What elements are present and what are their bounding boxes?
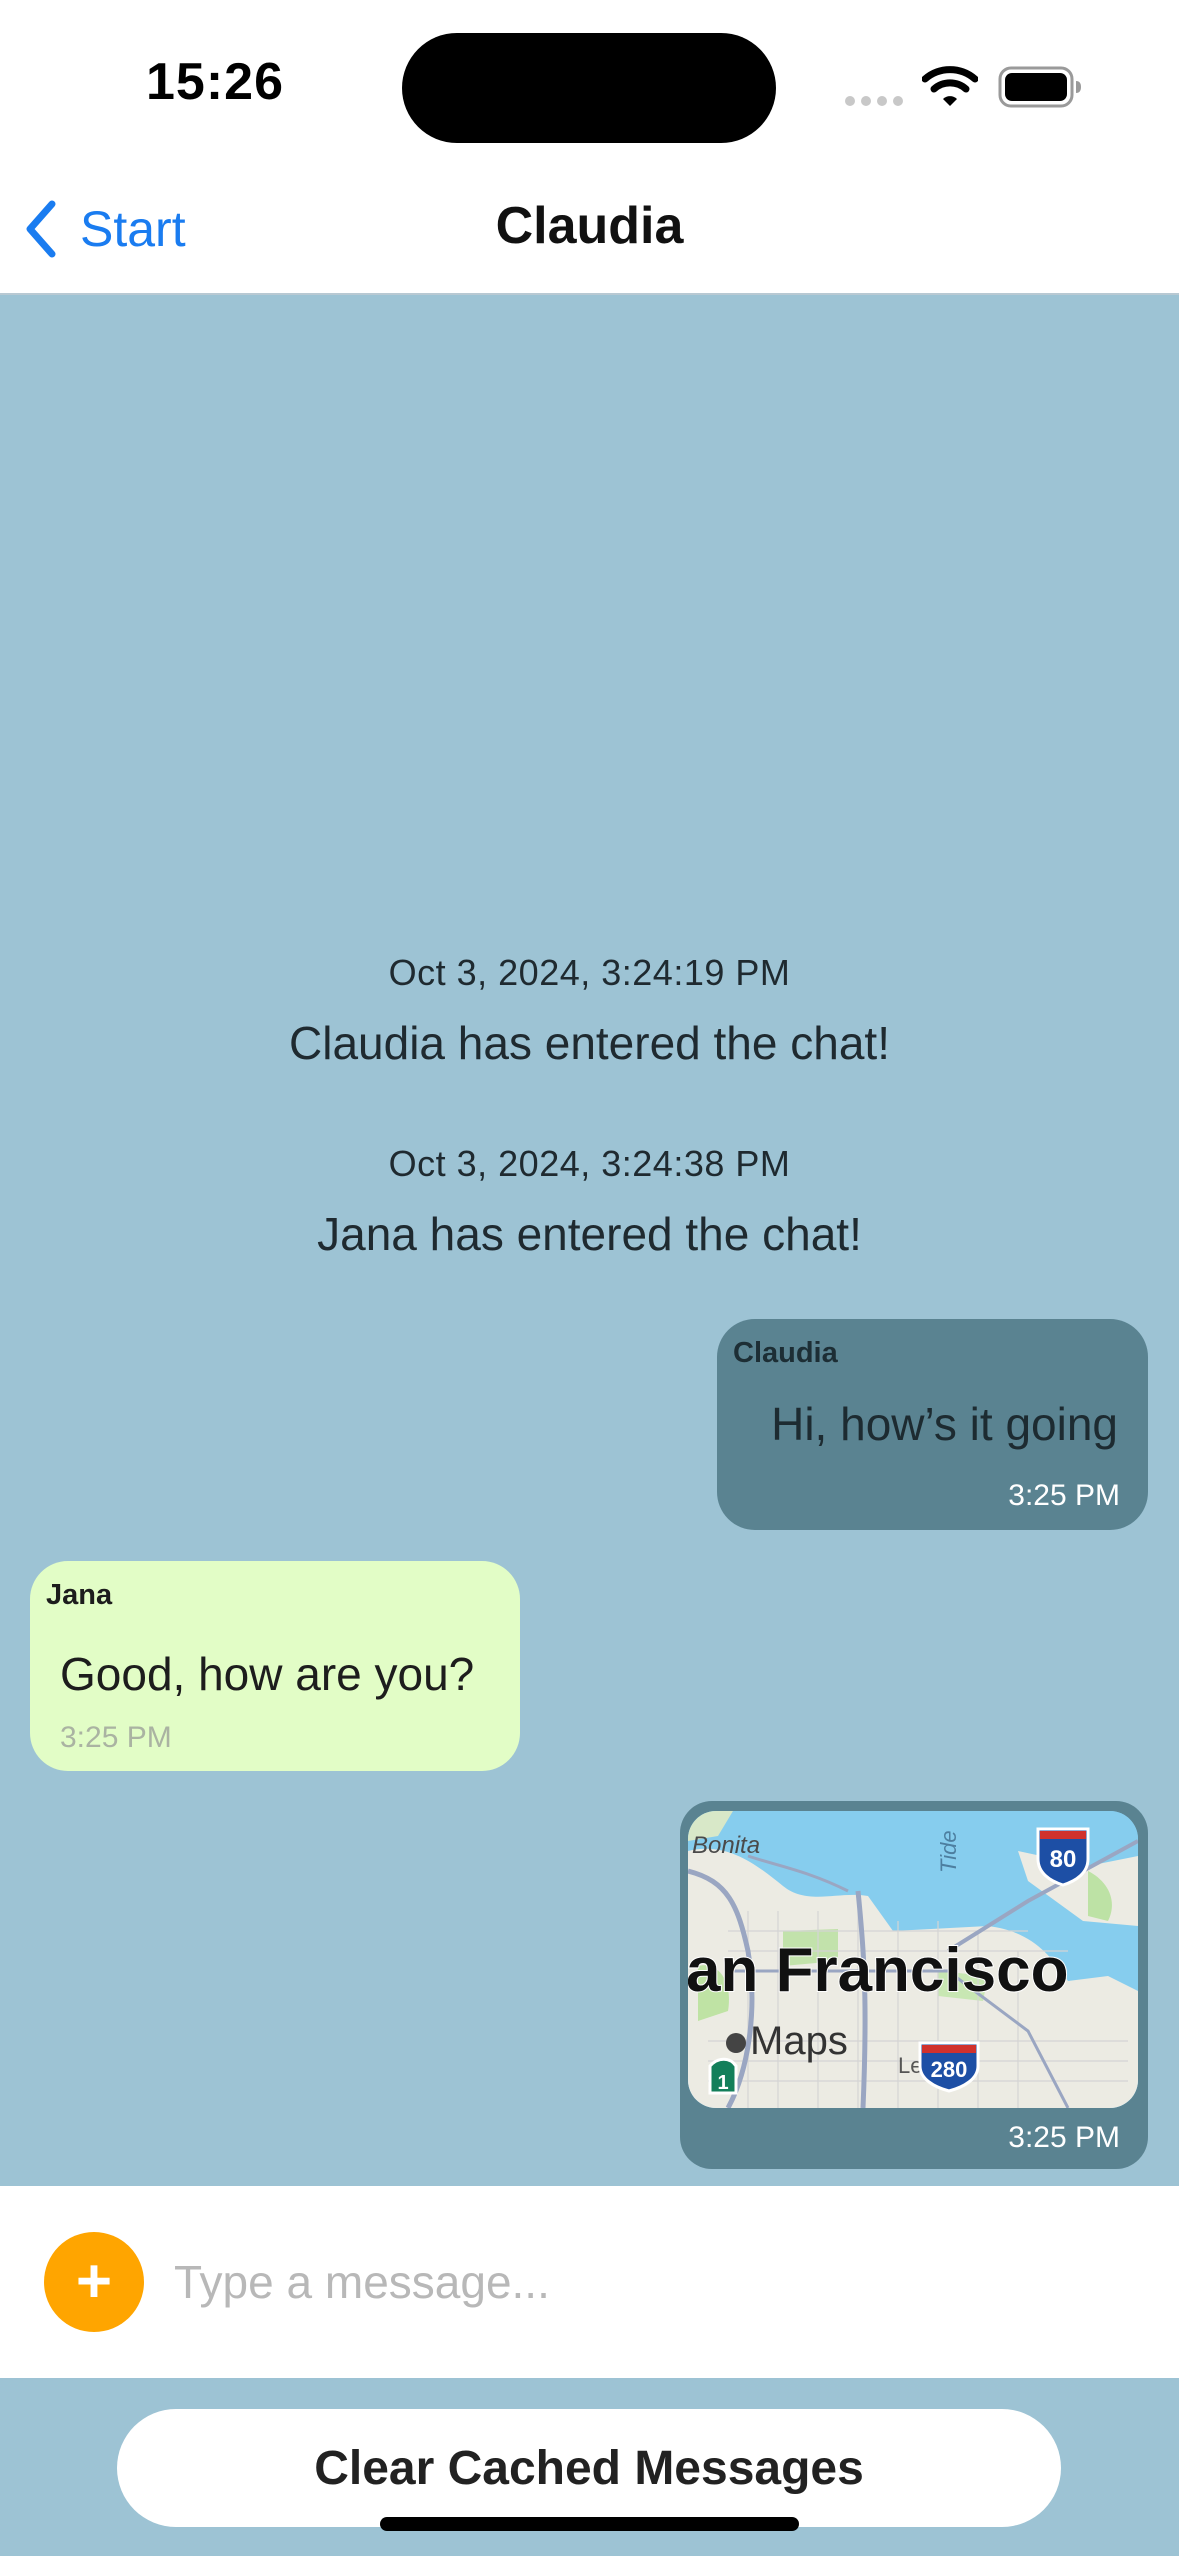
system-message: Oct 3, 2024, 3:24:19 PM Claudia has ente… xyxy=(0,952,1179,1070)
message-input[interactable] xyxy=(174,2242,1124,2322)
clear-cached-messages-button[interactable]: Clear Cached Messages xyxy=(117,2409,1061,2527)
add-attachment-button[interactable]: + xyxy=(44,2232,144,2332)
system-message-text: Jana has entered the chat! xyxy=(317,1208,862,1260)
dynamic-island xyxy=(402,33,776,143)
map-label: Tide xyxy=(936,1830,961,1873)
status-time: 15:26 xyxy=(146,53,284,111)
navigation-bar: Start Claudia xyxy=(0,170,1179,295)
message-composer: + xyxy=(0,2186,1179,2378)
message-time: 3:25 PM xyxy=(1008,2121,1120,2154)
svg-text:280: 280 xyxy=(931,2057,968,2082)
interstate-shield-icon: 80 xyxy=(1036,1827,1090,1887)
svg-text:80: 80 xyxy=(1050,1846,1077,1873)
page-title: Claudia xyxy=(495,197,684,255)
outgoing-message-bubble[interactable]: Claudia Hi, how’s it going 3:25 PM xyxy=(717,1319,1148,1530)
maps-badge-label: Maps xyxy=(750,2019,848,2063)
message-sender: Claudia xyxy=(733,1337,838,1369)
system-message-timestamp: Oct 3, 2024, 3:24:19 PM xyxy=(388,952,791,993)
map-image: Bonita Tide Le 80 280 1 Maps an Francisc… xyxy=(688,1811,1138,2108)
battery-icon xyxy=(998,66,1081,108)
message-time: 3:25 PM xyxy=(1008,1479,1120,1512)
map-city-label: an Francisco xyxy=(688,1936,1068,2005)
message-text: Good, how are you? xyxy=(60,1648,475,1700)
system-message: Oct 3, 2024, 3:24:38 PM Jana has entered… xyxy=(0,1143,1179,1261)
system-message-timestamp: Oct 3, 2024, 3:24:38 PM xyxy=(388,1143,791,1184)
wifi-icon xyxy=(922,66,978,106)
system-message-text: Claudia has entered the chat! xyxy=(289,1017,890,1069)
map-label: Bonita xyxy=(692,1832,760,1859)
plus-icon: + xyxy=(75,2247,113,2316)
cellular-signal-icon xyxy=(845,96,903,106)
status-bar: 15:26 xyxy=(0,0,1179,170)
message-text: Hi, how’s it going xyxy=(771,1398,1118,1450)
message-sender: Jana xyxy=(46,1579,113,1611)
map-preview[interactable]: Bonita Tide Le 80 280 1 Maps an Francisc… xyxy=(688,1811,1138,2108)
message-time: 3:25 PM xyxy=(60,1721,172,1754)
home-indicator xyxy=(380,2517,799,2531)
incoming-message-bubble[interactable]: Jana Good, how are you? 3:25 PM xyxy=(30,1561,520,1771)
svg-text:1: 1 xyxy=(717,2072,728,2094)
state-route-shield-icon: 1 xyxy=(708,2057,738,2095)
